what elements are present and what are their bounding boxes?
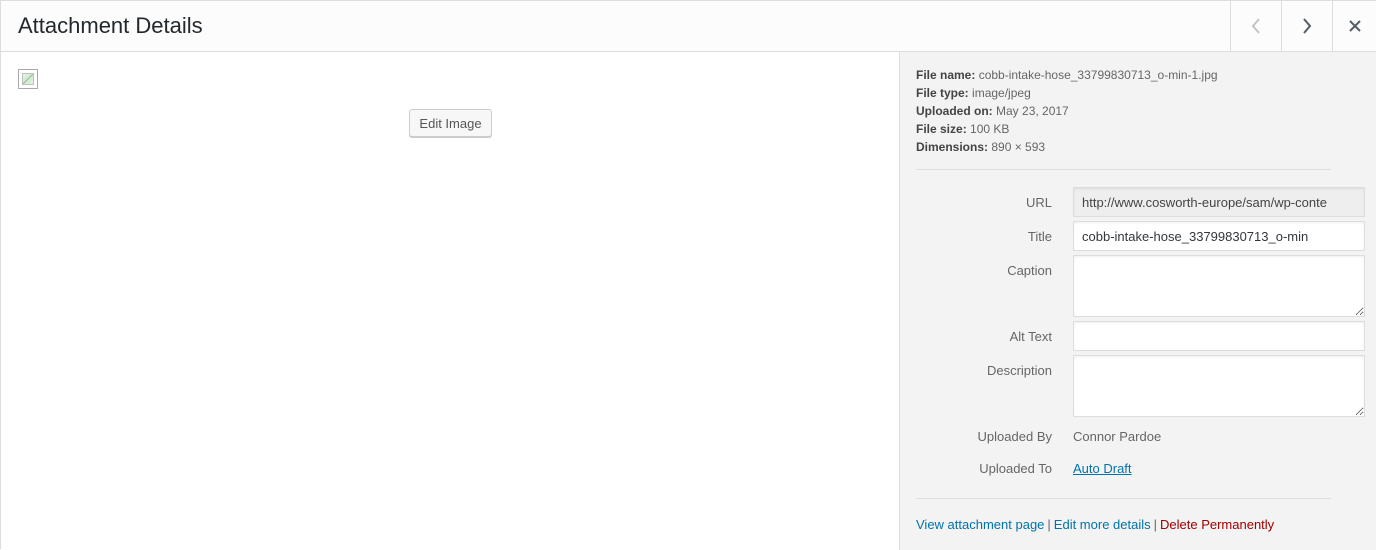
uploaded-by-label: Uploaded By <box>977 429 1052 444</box>
file-size-row: File size: 100 KB <box>916 122 1010 136</box>
file-details: File name: cobb-intake-hose_33799830713_… <box>916 66 1218 156</box>
separator: | <box>1153 517 1158 532</box>
next-button[interactable] <box>1281 1 1331 51</box>
divider <box>916 498 1331 499</box>
file-type-row: File type: image/jpeg <box>916 86 1031 100</box>
chevron-right-icon <box>1302 18 1312 34</box>
modal-header: Attachment Details <box>1 1 1376 52</box>
attachment-info-sidebar: File name: cobb-intake-hose_33799830713_… <box>899 52 1376 550</box>
attachment-details-modal: Attachment Details Edit Image File name:… <box>0 0 1376 550</box>
uploaded-to-label: Uploaded To <box>979 461 1052 476</box>
delete-permanently-link[interactable]: Delete Permanently <box>1160 517 1274 532</box>
image-preview-area: Edit Image <box>1 52 899 550</box>
alt-text-label: Alt Text <box>1009 329 1052 344</box>
divider <box>916 169 1331 170</box>
uploaded-to-link[interactable]: Auto Draft <box>1073 461 1132 476</box>
description-label: Description <box>986 363 1052 378</box>
dimensions-row: Dimensions: 890 × 593 <box>916 140 1046 154</box>
alt-text-field[interactable] <box>1073 321 1365 351</box>
view-attachment-page-link[interactable]: View attachment page <box>916 517 1044 532</box>
chevron-left-icon <box>1251 18 1261 34</box>
title-field[interactable] <box>1073 221 1365 251</box>
uploaded-on-row: Uploaded on: May 23, 2017 <box>916 104 1069 118</box>
close-icon <box>1349 20 1361 32</box>
caption-label: Caption <box>1007 263 1052 278</box>
edit-more-details-link[interactable]: Edit more details <box>1054 517 1151 532</box>
uploaded-to-value: Auto Draft <box>1073 461 1132 476</box>
separator: | <box>1047 517 1051 532</box>
url-label: URL <box>1025 195 1052 210</box>
previous-button[interactable] <box>1230 1 1280 51</box>
page-title: Attachment Details <box>18 13 203 38</box>
broken-image-icon <box>18 69 38 89</box>
close-button[interactable] <box>1332 1 1376 51</box>
url-field[interactable] <box>1073 187 1365 217</box>
caption-field[interactable] <box>1073 255 1365 317</box>
uploaded-by-value: Connor Pardoe <box>1073 429 1162 444</box>
file-name-row: File name: cobb-intake-hose_33799830713_… <box>916 68 1218 82</box>
attachment-actions: View attachment page | Edit more details | D… <box>916 517 1274 532</box>
description-field[interactable] <box>1073 355 1365 417</box>
title-label: Title <box>1027 229 1052 244</box>
edit-image-button[interactable]: Edit Image <box>409 109 492 137</box>
